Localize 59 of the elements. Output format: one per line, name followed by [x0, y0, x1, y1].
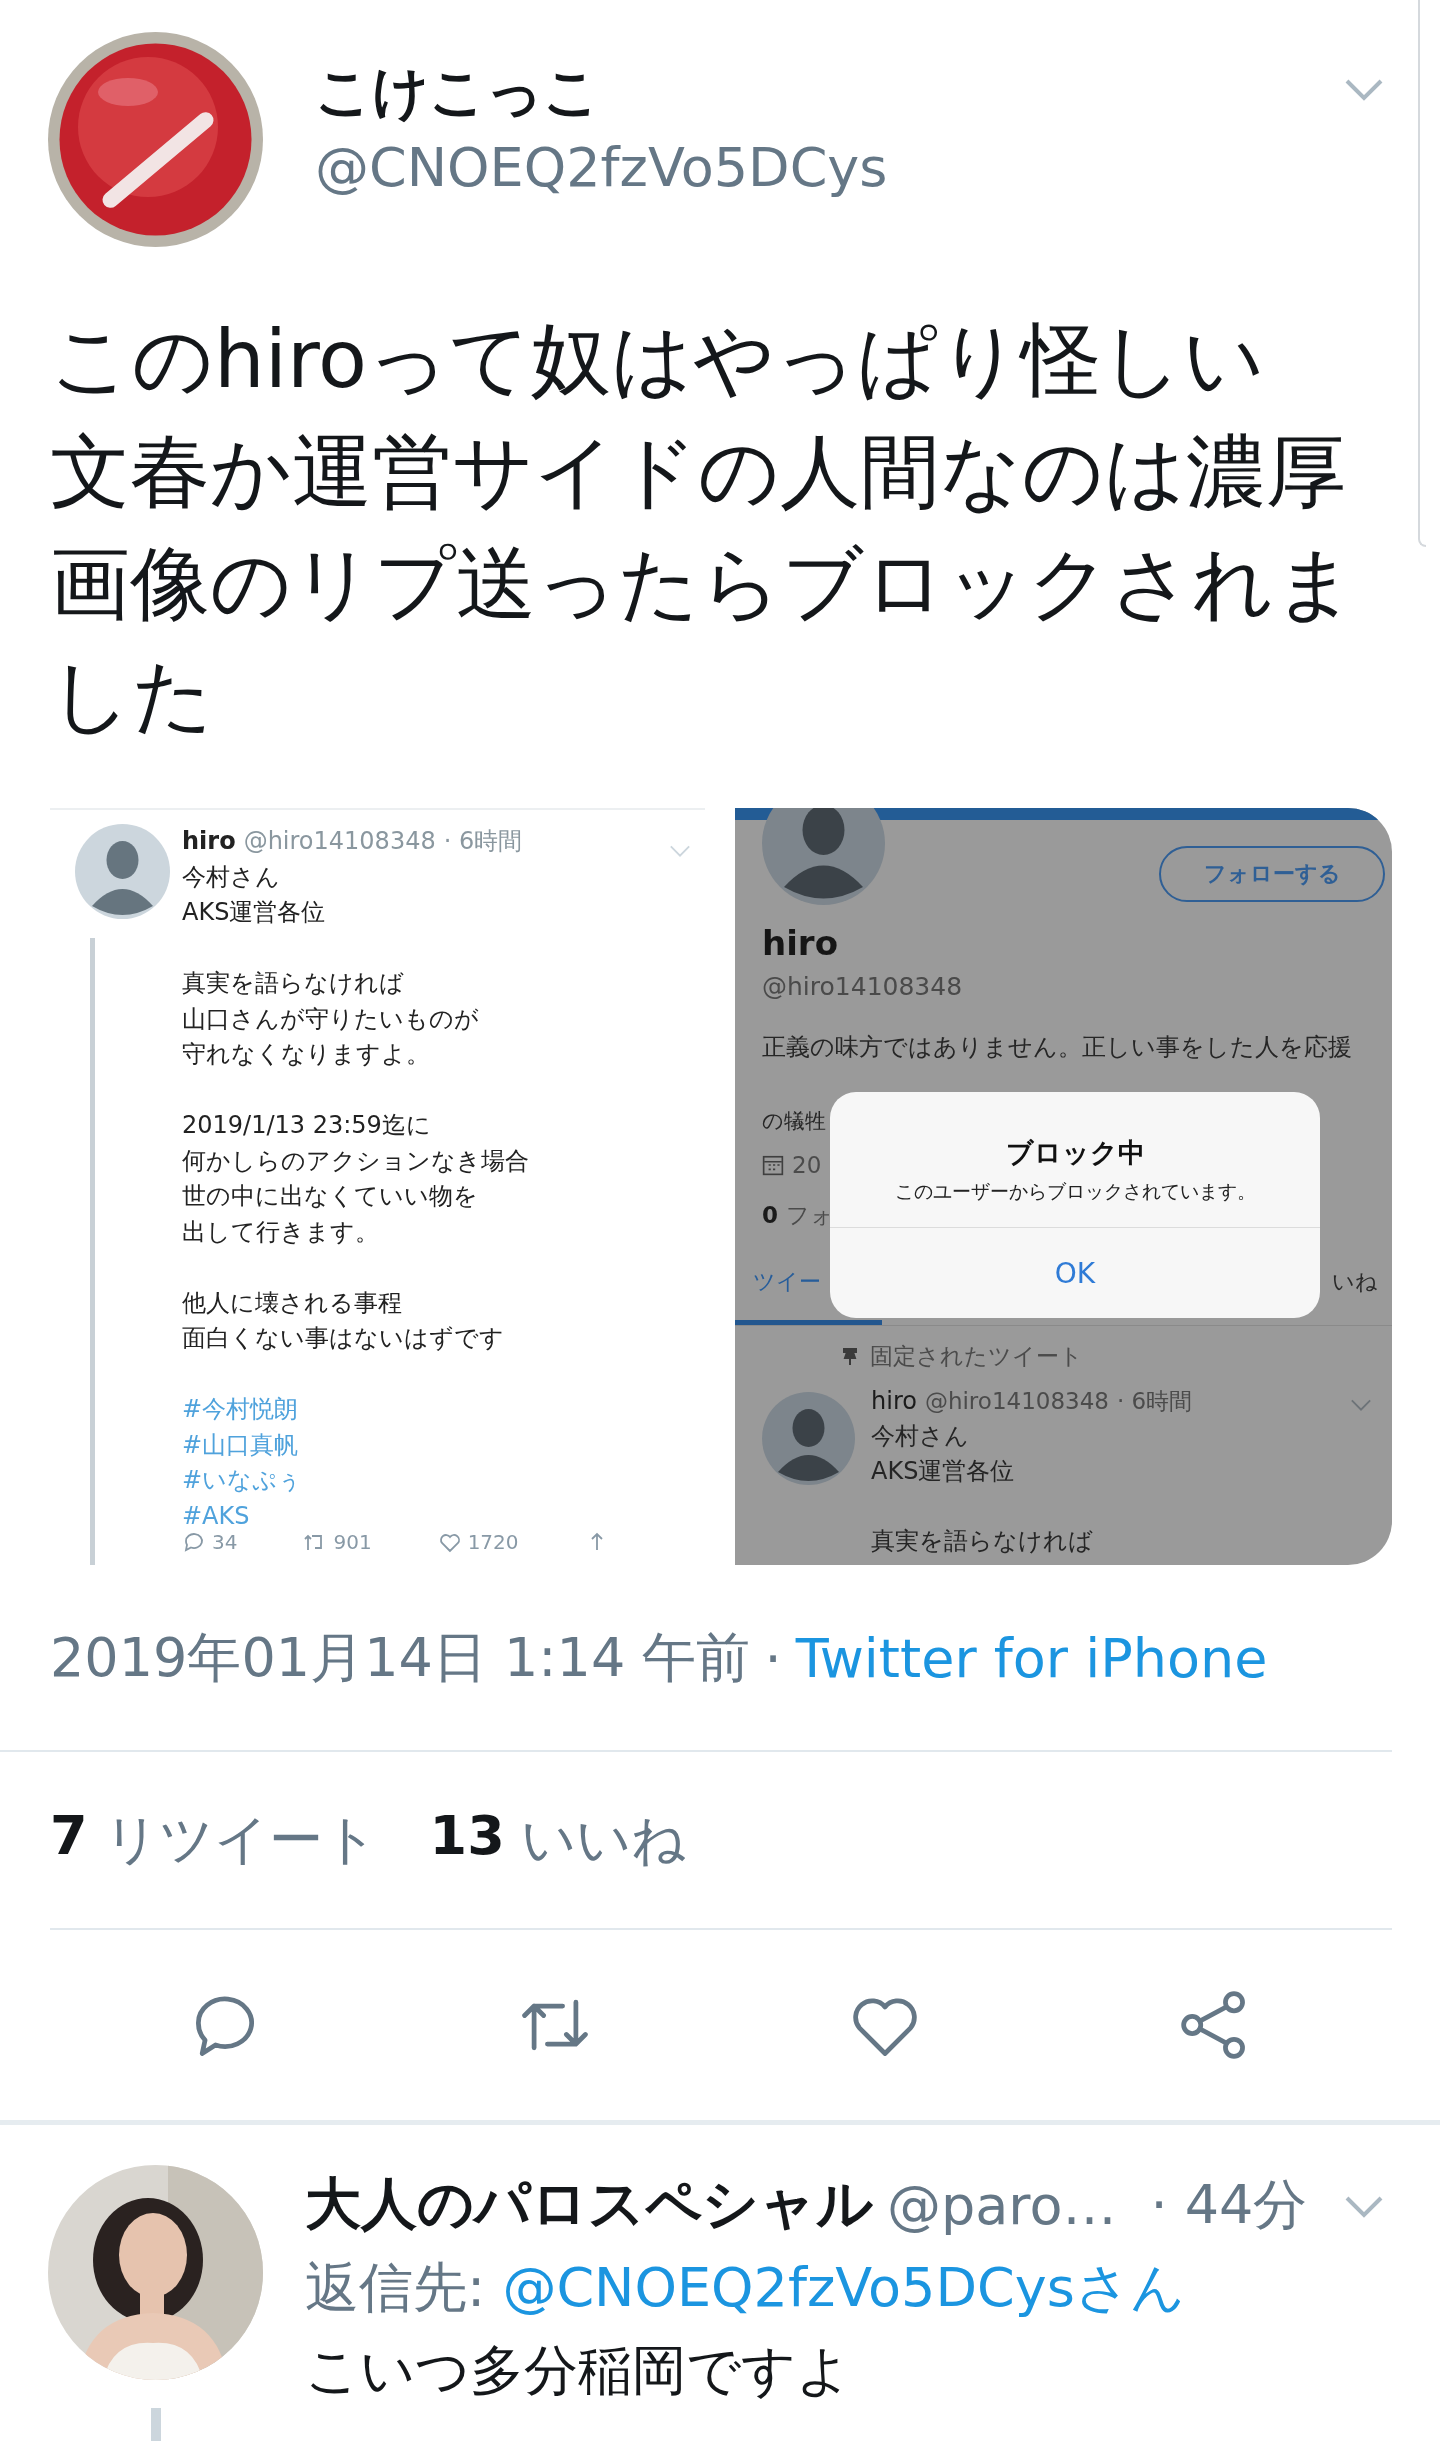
profile-tab[interactable]: いね	[1332, 1252, 1378, 1325]
tweet-paragraph: 2019/1/13 23:59迄に 何かしらのアクションなき場合 世の中に出なくていい物を 出して行きます。	[182, 1110, 530, 1248]
follow-button[interactable]: フォローする	[1159, 846, 1385, 902]
avatar-icon	[75, 824, 170, 919]
user-handle: @hiro14108348	[243, 826, 436, 857]
tweet-paragraph: 真実を語らなければ	[871, 1526, 1094, 1557]
hashtag-link[interactable]: #いなぷぅ	[182, 1463, 303, 1499]
stat-count[interactable]: 7	[50, 1803, 88, 1877]
count-label: 901	[333, 1531, 372, 1553]
hashtag-link[interactable]: #山口真帆	[182, 1427, 299, 1463]
dialog-message: このユーザーからブロックされています。	[894, 1179, 1256, 1204]
calendar-icon	[762, 1154, 784, 1176]
timestamp: 2019年01月14日 1:14 午前	[50, 1625, 751, 1691]
source-link[interactable]: Twitter for iPhone	[795, 1627, 1268, 1690]
count-label: 1720	[467, 1531, 519, 1553]
reply-text: こいつ多分稲岡ですよ	[305, 2338, 851, 2404]
user-handle[interactable]: @paro…	[887, 2173, 1117, 2237]
author-name[interactable]: こけこっこ	[315, 54, 888, 130]
stat-label[interactable]: リツイート	[103, 1803, 378, 1877]
user-name: hiro	[871, 1386, 917, 1417]
reply-to-label: 返信先:	[305, 2256, 486, 2319]
avatar-icon	[762, 808, 885, 905]
tweet-time: · 6時間	[1116, 1387, 1193, 1416]
pinned-label: 固定されたツイート	[870, 1341, 1083, 1371]
dialog-title: ブロック中	[1005, 1136, 1145, 1170]
reply-icon[interactable]	[182, 1530, 206, 1554]
chevron-down-icon[interactable]	[1350, 1398, 1372, 1412]
ok-button[interactable]: OK	[830, 1227, 1320, 1318]
profile-bio: 正義の味方ではありません。正しい事をした人を応援	[762, 1032, 1352, 1063]
chevron-down-icon[interactable]	[1344, 78, 1384, 102]
stat-label[interactable]: いいね	[520, 1803, 686, 1877]
following-count[interactable]: 0	[762, 1202, 778, 1228]
mention-link[interactable]: @CNOEQ2fzVo5DCysさん	[502, 2256, 1185, 2319]
profile-name: hiro	[761, 923, 838, 963]
user-name: hiro	[182, 826, 236, 857]
stat-count[interactable]: 13	[429, 1803, 505, 1877]
tweet-paragraph: 他人に壊される事程 面白くない事はないはずです	[182, 1287, 505, 1354]
tweet-paragraph: 今村さん AKS運営各位	[871, 1421, 1016, 1487]
user-handle: @hiro14108348	[924, 1387, 1109, 1416]
user-name[interactable]: 大人のパロスペシャル	[305, 2167, 873, 2243]
profile-tab[interactable]: ツイー	[735, 1252, 882, 1325]
chevron-down-icon[interactable]	[1344, 2195, 1384, 2219]
avatar-icon	[762, 1392, 855, 1485]
tweet-screenshot[interactable]: hiro @hiro14108348 · 6時間 今村さん AKS運営各位 真実を語らなければ 山口さんが守りたいものが 守れなくなりますよ。 2019/1/13 23:59迄に 何かしらのアクションなき場合 世の中に出なくていい物を 出して行きます。 他人に壊される事程 面白くない事はないはずです #今村悦朗 #山口真帆 #いなぷぅ #AKS 34 901 1720	[50, 808, 705, 1565]
profile-handle: @hiro14108348	[762, 971, 963, 1003]
profile-screenshot[interactable]: フォローする hiro @hiro14108348 正義の味方ではありません。正しい事をした人を応援 の犠牲 ブロック中 このユーザーからブロックされています。 OK 20 0 フォ ツイー いね 固定されたツイート hiro @hiro14108348 · 6時間 今村さん AKS運営各位 真実を語らなければ	[735, 808, 1392, 1565]
tweet-text: このhiroって奴はやっぱり怪しい 文春か運営サイドの人間なのは濃厚 画像のリプ送ったらブロックされま した	[50, 312, 1357, 744]
profile-bio: の犠牲	[762, 1108, 826, 1135]
tweet-paragraph: 今村さん AKS運営各位	[182, 861, 327, 928]
tweet-time: · 44分	[1150, 2171, 1308, 2238]
count-label: 34	[212, 1531, 238, 1553]
tweet-paragraph: 真実を語らなければ 山口さんが守りたいものが 守れなくなりますよ。	[182, 968, 480, 1070]
hashtag-link[interactable]: #AKS	[182, 1498, 250, 1534]
author-handle[interactable]: @CNOEQ2fzVo5DCys	[315, 130, 888, 206]
pin-icon	[840, 1346, 860, 1366]
hashtag-link[interactable]: #今村悦朗	[182, 1392, 299, 1428]
join-date: 20	[792, 1152, 822, 1178]
separator-dot: ·	[764, 1627, 782, 1690]
tweet-time: · 6時間	[443, 826, 523, 857]
